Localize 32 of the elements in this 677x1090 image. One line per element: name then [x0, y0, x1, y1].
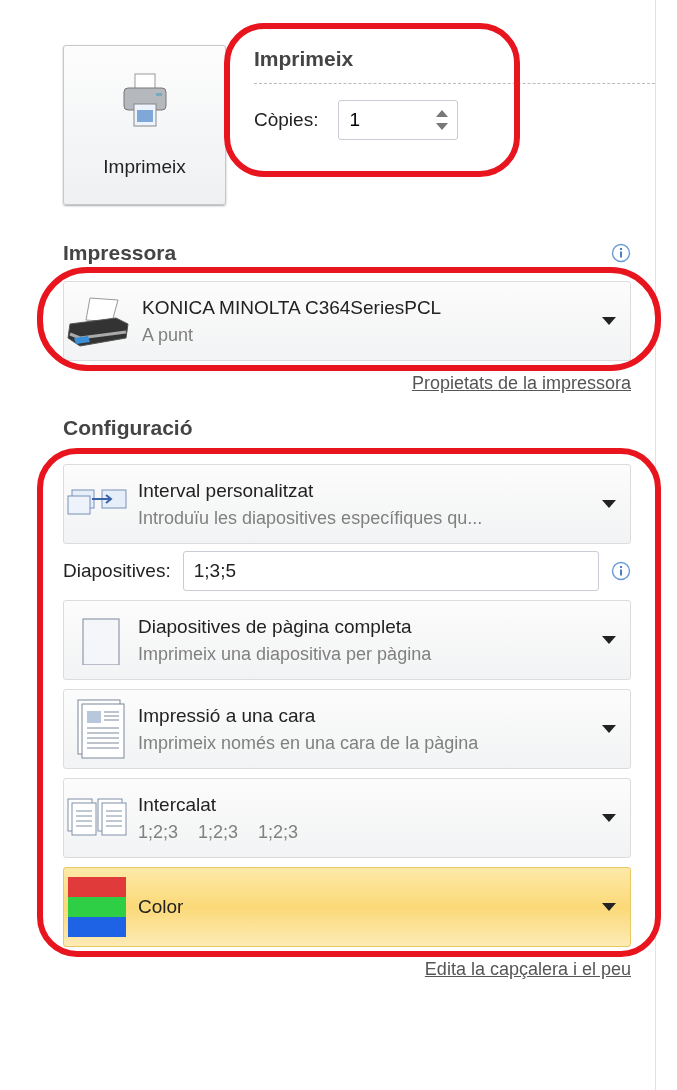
section-heading: Configuració [63, 416, 193, 440]
info-icon[interactable] [611, 243, 631, 263]
setting-dropdown[interactable]: Intercalat 1;2;3 1;2;3 1;2;3 [63, 778, 631, 858]
setting-dropdown[interactable]: Color [63, 867, 631, 947]
slides-label: Diapositives: [63, 560, 171, 582]
printer-icon [66, 294, 132, 348]
setting-dropdown[interactable]: Impressió a una cara Imprimeix només en una cara de la pàgina [63, 689, 631, 769]
spin-arrows-icon [435, 108, 450, 132]
collate-order: 1;2;3 [138, 821, 179, 843]
header-footer-link[interactable]: Edita la capçalera i el peu [424, 959, 631, 980]
copies-label: Còpies: [254, 109, 319, 131]
printer-dropdown[interactable]: KONICA MINOLTA C364SeriesPCL A punt [63, 281, 631, 361]
collate-order: 1;2;3 [198, 821, 239, 843]
collate-order: 1;2;3 [258, 821, 299, 843]
setting-dropdown[interactable]: Diapositives de pàgina completa Imprimeix una diapositiva per pàgina [63, 600, 631, 680]
copies-spinner[interactable]: 1 [338, 100, 459, 140]
setting-dropdown[interactable]: Interval personalitzat Introduïu les diapositives específiques qu... [63, 464, 631, 544]
slides-field[interactable]: 1;3;5 [182, 551, 599, 591]
caret-icon [602, 903, 616, 911]
caret-icon [602, 814, 616, 822]
section-heading: Imprimeix [254, 47, 655, 84]
caret-icon [602, 500, 616, 508]
caret-icon [602, 317, 616, 325]
color-icon [66, 877, 128, 937]
caret-icon [602, 725, 616, 733]
info-icon[interactable] [611, 561, 631, 581]
print-button[interactable]: Imprimeix [63, 45, 226, 205]
printer-icon [121, 72, 168, 130]
caret-icon [602, 636, 616, 644]
section-heading: Impressora [63, 241, 177, 265]
collate-icon [66, 797, 128, 839]
printer-properties-link[interactable]: Propietats de la impressora [411, 373, 631, 394]
